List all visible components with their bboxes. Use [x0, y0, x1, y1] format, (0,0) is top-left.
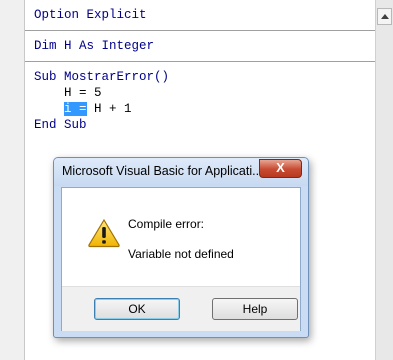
ok-button[interactable]: OK — [94, 298, 180, 320]
button-bar: OK Help — [62, 286, 300, 331]
code-line-end-sub: End Sub — [34, 118, 87, 132]
warning-icon — [88, 218, 120, 248]
procedure-separator — [25, 61, 375, 62]
message-area: Compile error: Variable not defined — [62, 188, 300, 286]
vertical-scrollbar[interactable] — [375, 0, 393, 360]
scroll-up-icon[interactable] — [377, 8, 392, 25]
code-line-dim: Dim H As Integer — [34, 39, 155, 53]
editor-margin — [0, 0, 25, 360]
error-heading: Compile error: — [128, 217, 205, 231]
selected-undefined-variable[interactable]: i = — [64, 102, 87, 116]
code-line-assign-h: H = 5 — [34, 86, 102, 100]
code-line-error: i = H + 1 — [34, 101, 132, 117]
code-line-option-explicit: Option Explicit — [34, 8, 147, 22]
error-message: Variable not defined — [128, 247, 234, 261]
close-button[interactable]: X — [259, 159, 302, 178]
procedure-separator — [25, 30, 375, 31]
dialog-title: Microsoft Visual Basic for Applicati... — [62, 164, 258, 178]
help-button[interactable]: Help — [212, 298, 298, 320]
error-dialog: Microsoft Visual Basic for Applicati... … — [53, 157, 309, 338]
code-line-sub: Sub MostrarError() — [34, 70, 170, 84]
code-expression: H + 1 — [86, 102, 132, 116]
dialog-titlebar[interactable]: Microsoft Visual Basic for Applicati... … — [54, 158, 308, 186]
dialog-body: Compile error: Variable not defined OK H… — [61, 187, 301, 331]
